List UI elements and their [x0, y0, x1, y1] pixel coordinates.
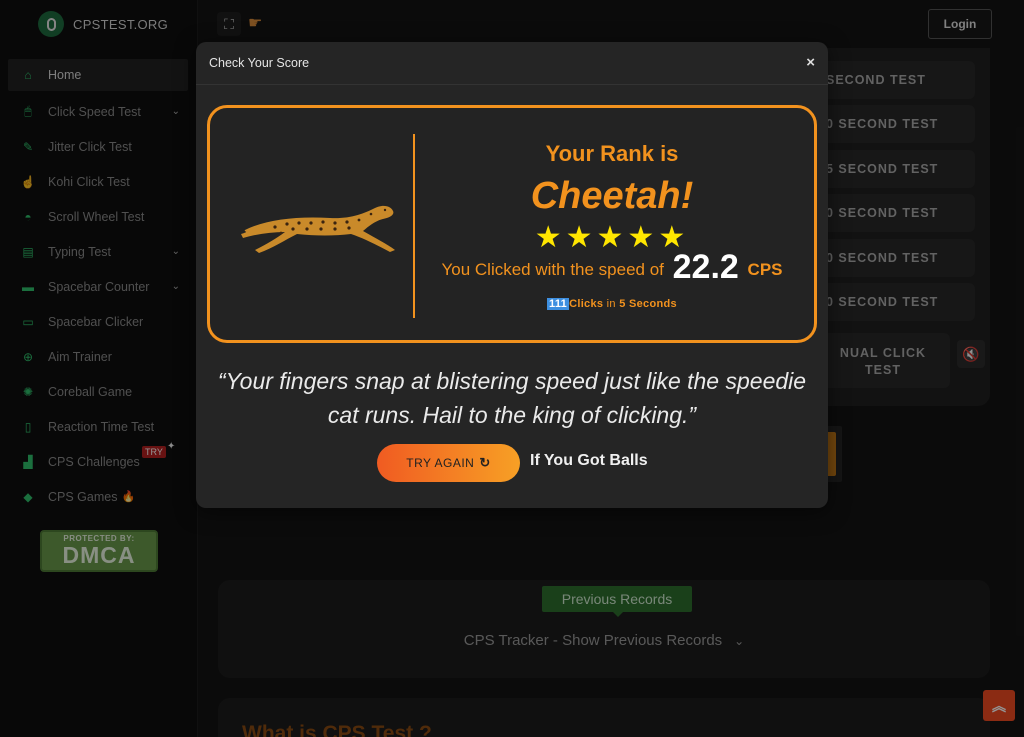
modal-title: Check Your Score [209, 56, 310, 70]
cps-value: 22.2 [672, 248, 739, 286]
refresh-icon: ↻ [479, 455, 491, 470]
quote-line-1: “Your fingers snap at blistering speed j… [217, 368, 807, 394]
balls-link[interactable]: If You Got Balls [530, 452, 648, 470]
page: CPSTEST.ORG ⌂ Home 🖱 Click Speed Test ⌄ … [0, 0, 1024, 737]
speed-prefix: You Clicked with the speed of [441, 260, 664, 279]
speed-line: You Clicked with the speed of 22.2 CPS [422, 248, 802, 287]
clicks-summary: 111 Clicks in 5 Seconds [422, 298, 802, 310]
quote-line-2: cat runs. Hail to the king of clicking.” [327, 402, 697, 428]
rank-label: Your Rank is [545, 141, 679, 166]
modal-header: Check Your Score × [196, 42, 828, 85]
score-modal: Check Your Score × Your Rank is Cheetah!… [196, 42, 828, 508]
try-again-label: TRY AGAIN [406, 456, 475, 470]
clicks-in: in [606, 298, 616, 310]
score-card: Your Rank is Cheetah! ★★★★★ You Clicked … [207, 105, 817, 343]
cps-unit: CPS [747, 260, 783, 279]
clicks-label: Clicks [569, 298, 604, 310]
seconds-label: 5 Seconds [619, 298, 677, 310]
rank-name: Cheetah! [530, 175, 694, 217]
score-divider [413, 134, 415, 318]
cheetah-image [241, 205, 395, 253]
try-again-button[interactable]: TRY AGAIN ↻ [377, 444, 520, 482]
close-icon[interactable]: × [806, 54, 815, 71]
clicks-count: 111 [547, 298, 570, 310]
